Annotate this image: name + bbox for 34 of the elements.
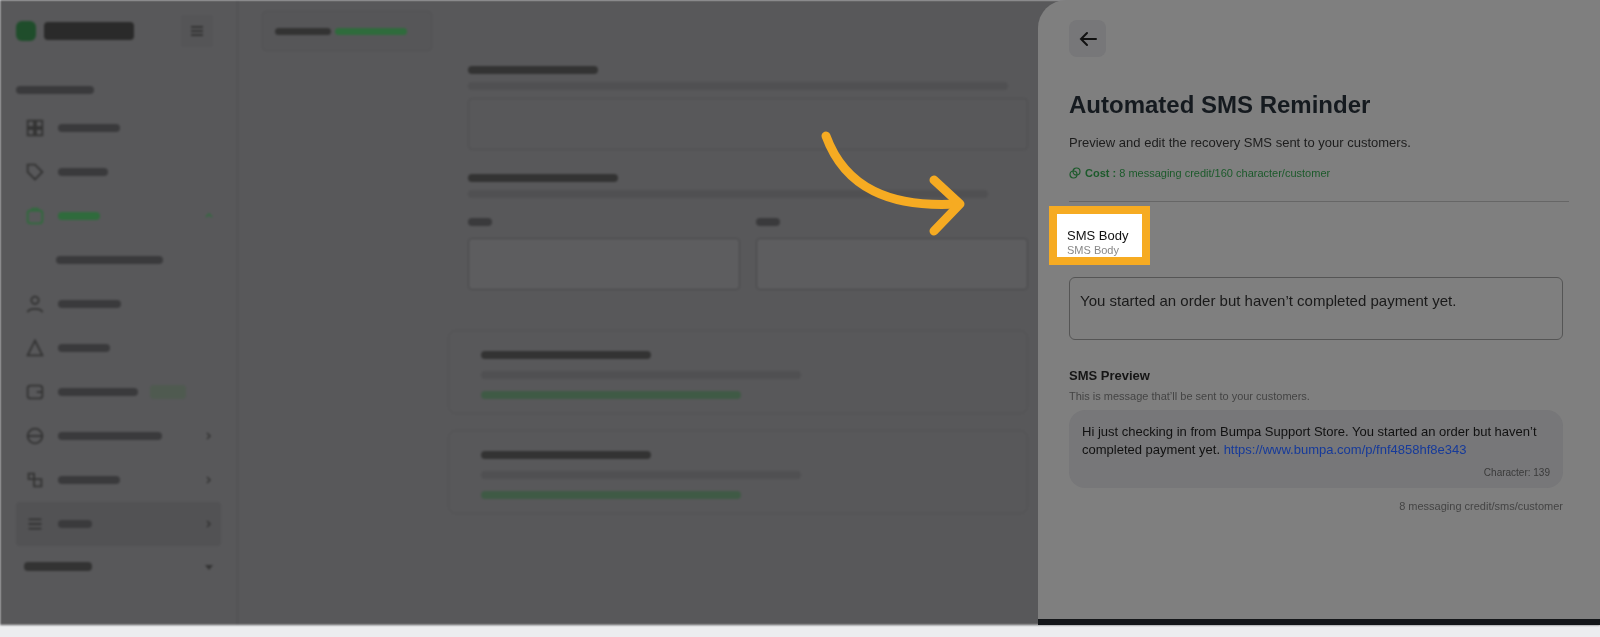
reminder-card[interactable] bbox=[448, 330, 1028, 414]
sms-body-field[interactable]: You started an order but haven’t completed payment yet. bbox=[1069, 277, 1563, 340]
input-field[interactable] bbox=[468, 98, 1028, 150]
blurred-text-line bbox=[58, 300, 121, 308]
back-arrow-icon bbox=[1078, 30, 1097, 47]
grid-icon bbox=[24, 117, 46, 139]
bag-icon bbox=[24, 205, 46, 227]
blurred-text-line bbox=[58, 212, 100, 220]
chevron-icon bbox=[205, 562, 213, 571]
blurred-text-line bbox=[468, 218, 492, 226]
blurred-text-line bbox=[58, 168, 108, 176]
logo-mark-icon bbox=[16, 21, 36, 41]
drawer-title: Automated SMS Reminder bbox=[1069, 90, 1372, 120]
section-title: SMS Preview bbox=[1069, 367, 1151, 385]
coins-icon bbox=[1069, 166, 1081, 179]
character-count: Character: 139 bbox=[1483, 466, 1550, 480]
field-label: SMS Body bbox=[1067, 228, 1130, 244]
blurred-text-line bbox=[58, 520, 92, 528]
drawer-subtitle: Preview and edit the recovery SMS sent to your customers. bbox=[1069, 134, 1412, 152]
preview-link[interactable]: https://www.bumpa.com/p/fnf4858hf8e343 bbox=[1223, 442, 1467, 457]
cost-text: Cost : 8 messaging credit/160 character/customer bbox=[1085, 165, 1331, 181]
blurred-text-line bbox=[24, 562, 92, 571]
blurred-text-line bbox=[58, 344, 110, 352]
reminder-card[interactable] bbox=[448, 430, 1028, 514]
triangle-icon bbox=[24, 337, 46, 359]
blurred-text-line bbox=[58, 124, 120, 132]
field-hint: SMS Body bbox=[1067, 244, 1120, 256]
back-button[interactable] bbox=[1069, 20, 1106, 57]
blurred-text-line bbox=[756, 218, 780, 226]
preview-message: Hi just checking in from Bumpa Support Store. You started an order but haven’t completed payment yet. https://www.bumpa.com/p/fnf4858hf8e343 bbox=[1082, 423, 1538, 459]
credit-note: 8 messaging credit/sms/customer bbox=[1398, 499, 1563, 514]
blurred-text-line bbox=[58, 476, 120, 484]
globe-icon bbox=[24, 425, 46, 447]
tag-icon bbox=[24, 161, 46, 183]
